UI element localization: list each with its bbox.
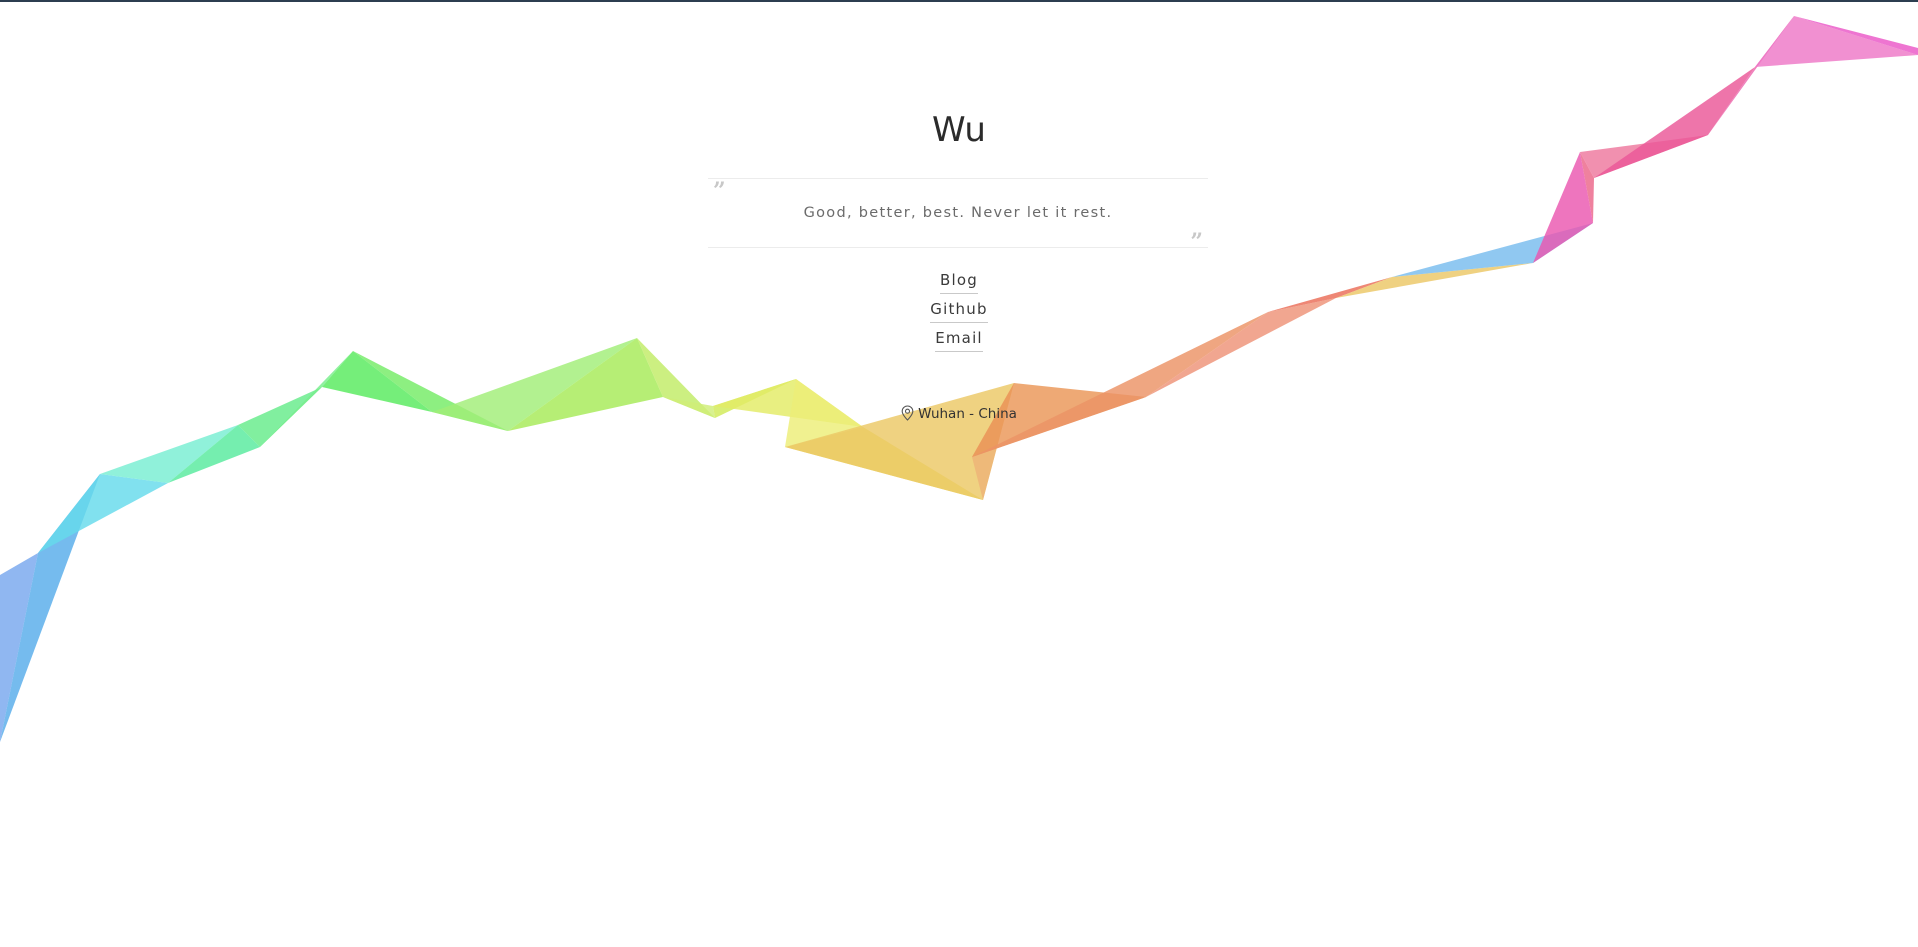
- social-links: Blog Github Email: [0, 270, 1918, 357]
- email-link[interactable]: Email: [935, 328, 983, 352]
- quote-close-icon: ”: [1190, 229, 1203, 255]
- blog-link[interactable]: Blog: [940, 270, 978, 294]
- location-text: Wuhan - China: [918, 406, 1017, 422]
- map-pin-icon: [901, 405, 914, 421]
- page-title: Wu: [932, 110, 986, 150]
- quote-open-icon: ”: [713, 178, 726, 204]
- github-link[interactable]: Github: [930, 299, 988, 323]
- motto-quote: ” Good, better, best. Never let it rest.…: [708, 178, 1208, 253]
- top-border-bar: [0, 0, 1918, 2]
- location-info: Wuhan - China: [0, 404, 1918, 424]
- profile-card: Wu ” Good, better, best. Never let it re…: [0, 0, 1918, 947]
- motto-text: Good, better, best. Never let it rest.: [803, 205, 1113, 221]
